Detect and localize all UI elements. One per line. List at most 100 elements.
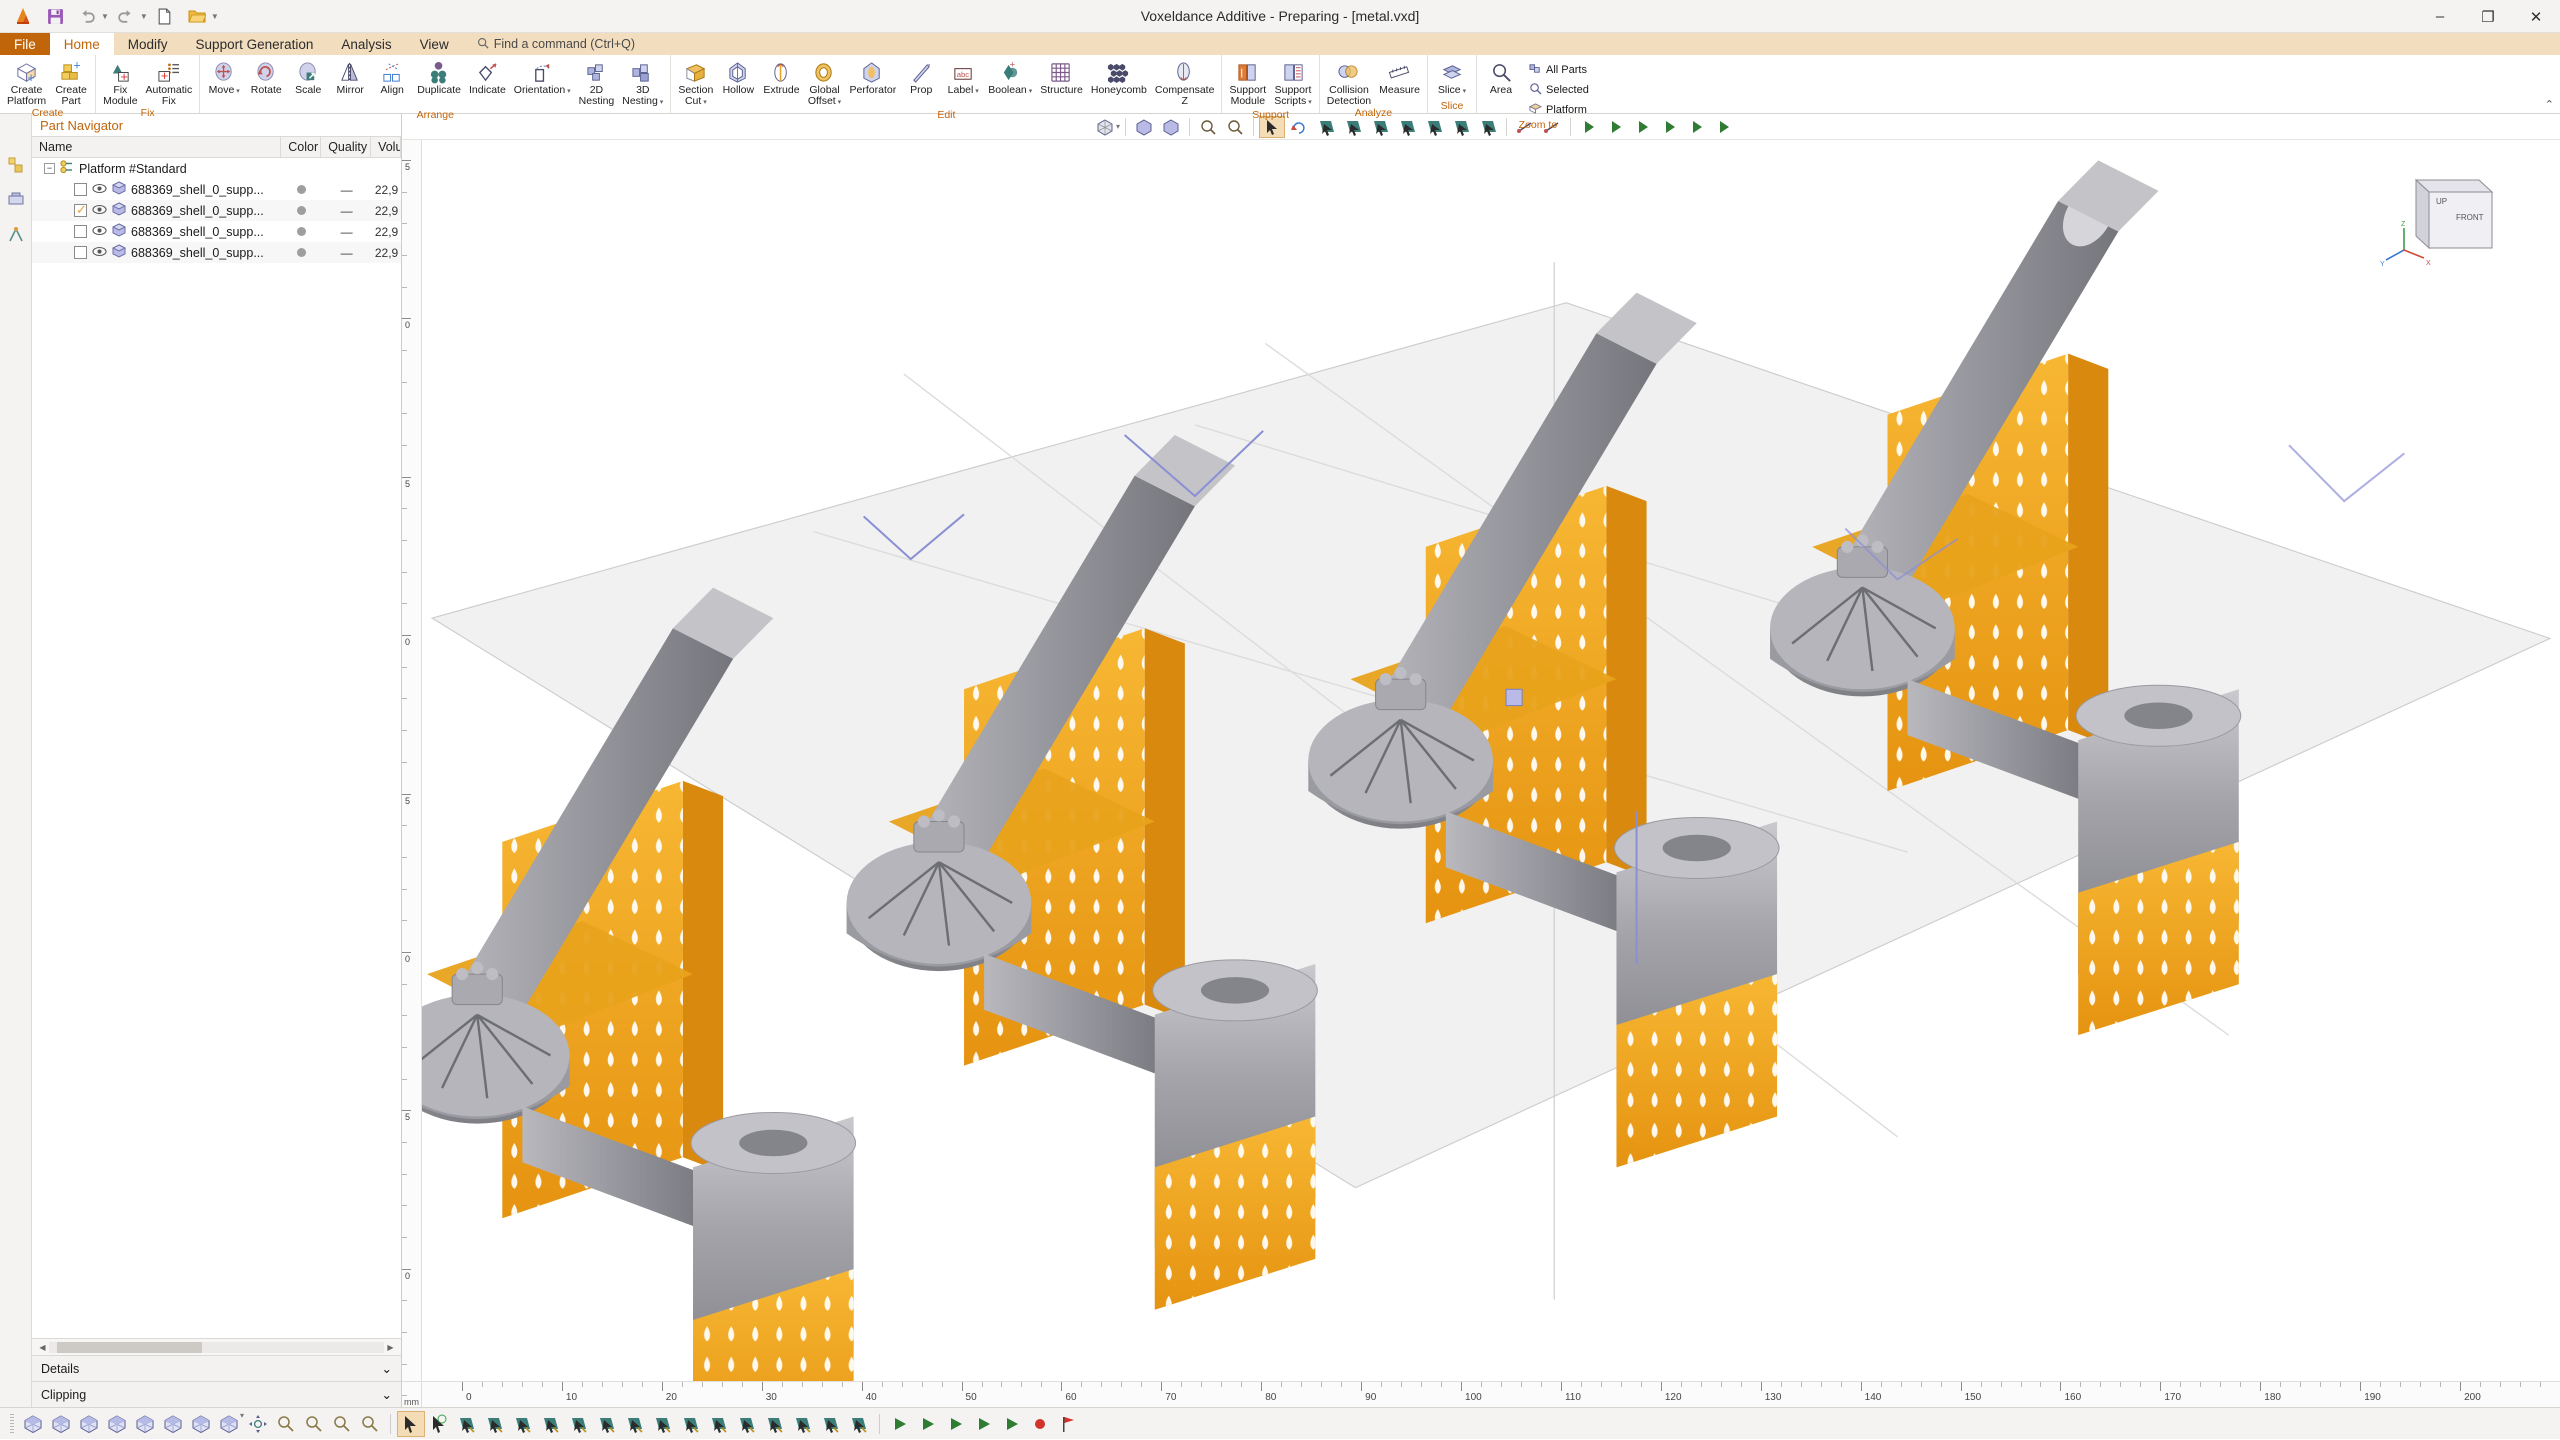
table-row[interactable]: 688369_shell_0_supp... — 22,9	[32, 200, 401, 221]
fix-module-button[interactable]: + Fix Module	[99, 58, 141, 108]
select-face-icon[interactable]	[537, 1411, 565, 1437]
view-left-icon[interactable]	[159, 1411, 187, 1437]
record-icon[interactable]	[1026, 1411, 1054, 1437]
nesting-3d-button[interactable]: 3D Nesting ▾	[618, 58, 667, 110]
scroll-thumb[interactable]	[57, 1341, 202, 1353]
close-button[interactable]: ✕	[2512, 0, 2560, 33]
row-visibility-checkbox[interactable]	[74, 225, 87, 238]
table-row[interactable]: 688369_shell_0_supp... — 22,9	[32, 179, 401, 200]
scroll-left-arrow[interactable]: ◀	[36, 1343, 49, 1352]
details-accordion[interactable]: Details ⌄	[32, 1355, 401, 1381]
find-command[interactable]: Find a command (Ctrl+Q)	[463, 33, 635, 55]
3d-viewport[interactable]: UP FRONT Z Y X	[422, 140, 2560, 1381]
eye-icon[interactable]	[92, 225, 107, 239]
row-visibility-checkbox[interactable]	[74, 183, 87, 196]
part-navigator-strip-icon[interactable]	[7, 156, 25, 177]
duplicate-button[interactable]: Duplicate	[413, 58, 465, 98]
table-row[interactable]: 688369_shell_0_supp... — 22,9	[32, 221, 401, 242]
select-curve-icon[interactable]	[593, 1411, 621, 1437]
column-header-volume[interactable]: Volume	[371, 137, 401, 157]
select-triangle-icon[interactable]	[1421, 116, 1447, 138]
open-folder-icon[interactable]	[182, 2, 212, 30]
view-back-icon[interactable]	[131, 1411, 159, 1437]
tab-support-generation[interactable]: Support Generation	[182, 33, 328, 55]
column-header-quality[interactable]: Quality	[321, 137, 372, 157]
eye-icon[interactable]	[92, 204, 107, 218]
compensate-z-button[interactable]: Compensate Z	[1151, 58, 1219, 108]
zoom-selected-icon[interactable]	[328, 1411, 356, 1437]
select-magic-icon[interactable]	[761, 1411, 789, 1437]
honeycomb-button[interactable]: Honeycomb	[1087, 58, 1151, 98]
tab-view[interactable]: View	[406, 33, 463, 55]
row-color-swatch[interactable]	[281, 206, 321, 215]
label-button[interactable]: abc Label ▾	[942, 58, 984, 100]
row-visibility-checkbox[interactable]	[74, 202, 87, 218]
select-part-icon[interactable]	[453, 1411, 481, 1437]
slice-button[interactable]: Slice ▾	[1431, 58, 1473, 100]
minimize-button[interactable]: –	[2416, 0, 2464, 33]
nesting-2d-button[interactable]: 2D Nesting	[575, 58, 619, 108]
part-navigator-hscrollbar[interactable]: ◀ ▶	[32, 1338, 401, 1355]
boolean-button[interactable]: + Boolean ▾	[984, 58, 1036, 100]
play-loop-icon[interactable]	[998, 1411, 1026, 1437]
triad-icon[interactable]	[425, 1411, 453, 1437]
pointer-icon[interactable]	[397, 1410, 426, 1437]
select-lasso-icon[interactable]	[677, 1411, 705, 1437]
slice-prev-icon[interactable]	[1603, 116, 1629, 138]
play-prev-icon[interactable]	[886, 1411, 914, 1437]
select-mesh-icon[interactable]	[733, 1411, 761, 1437]
column-header-name[interactable]: Name	[32, 137, 282, 157]
new-file-icon[interactable]	[150, 2, 180, 30]
support-module-button[interactable]: Support Module	[1225, 58, 1270, 108]
collapse-ribbon-button[interactable]: ⌃	[2545, 98, 2554, 111]
select-invert-icon[interactable]	[789, 1411, 817, 1437]
view-solid-icon[interactable]	[215, 1411, 243, 1437]
scale-button[interactable]: Scale	[287, 58, 329, 98]
extrude-button[interactable]: Extrude	[759, 58, 803, 98]
zoom-area-button[interactable]: Area	[1480, 58, 1522, 98]
view-bottom-icon[interactable]	[75, 1411, 103, 1437]
zoom-magnifier-icon[interactable]	[356, 1411, 384, 1437]
tab-analysis[interactable]: Analysis	[327, 33, 405, 55]
select-none-icon[interactable]	[845, 1411, 873, 1437]
zoom-selected-button[interactable]: Selected	[1524, 80, 1594, 100]
row-color-swatch[interactable]	[281, 248, 321, 257]
create-part-button[interactable]: + Create Part	[50, 58, 92, 108]
tab-file[interactable]: File	[0, 33, 50, 55]
view-right-icon[interactable]	[187, 1411, 215, 1437]
open-dropdown-caret[interactable]: ▼	[211, 12, 219, 21]
automatic-fix-button[interactable]: + Automatic Fix	[142, 58, 197, 108]
slice-last-icon[interactable]	[1684, 116, 1710, 138]
3d-scene[interactable]	[422, 140, 2560, 1381]
app-logo-icon[interactable]	[8, 2, 38, 30]
box-view-dropdown-icon[interactable]: ▾	[1116, 122, 1120, 131]
select-shape-icon[interactable]	[649, 1411, 677, 1437]
measure-button[interactable]: Measure	[1375, 58, 1424, 98]
row-visibility-checkbox[interactable]	[74, 246, 87, 259]
pan-icon[interactable]	[244, 1411, 272, 1437]
scroll-track[interactable]	[49, 1341, 384, 1353]
select-wave-icon[interactable]	[705, 1411, 733, 1437]
select-freeform-icon[interactable]	[1448, 116, 1474, 138]
table-row[interactable]: 688369_shell_0_supp... — 22,9	[32, 242, 401, 263]
view-top-icon[interactable]	[47, 1411, 75, 1437]
section-cut-button[interactable]: Section Cut ▾	[674, 58, 717, 110]
zoom-box-icon[interactable]	[272, 1411, 300, 1437]
slice-play-icon[interactable]	[1630, 116, 1656, 138]
hollow-button[interactable]: Hollow	[717, 58, 759, 98]
support-strip-icon[interactable]	[7, 226, 25, 247]
scroll-right-arrow[interactable]: ▶	[384, 1343, 397, 1352]
select-region-icon[interactable]	[565, 1411, 593, 1437]
slice-next-icon[interactable]	[1657, 116, 1683, 138]
play-end-icon[interactable]	[970, 1411, 998, 1437]
part-navigator-tree[interactable]: − Platform #Standard 688369_shell_0_supp…	[32, 158, 401, 1338]
move-button[interactable]: Move ▾	[203, 58, 245, 100]
select-surface-icon[interactable]	[481, 1411, 509, 1437]
orientation-button[interactable]: Orientation ▾	[510, 58, 575, 100]
undo-icon[interactable]	[72, 2, 102, 30]
tab-home[interactable]: Home	[49, 33, 114, 55]
rotate-button[interactable]: Rotate	[245, 58, 287, 98]
eye-icon[interactable]	[92, 246, 107, 260]
redo-icon[interactable]	[111, 2, 141, 30]
support-scripts-button[interactable]: Support Scripts ▾	[1270, 58, 1316, 110]
